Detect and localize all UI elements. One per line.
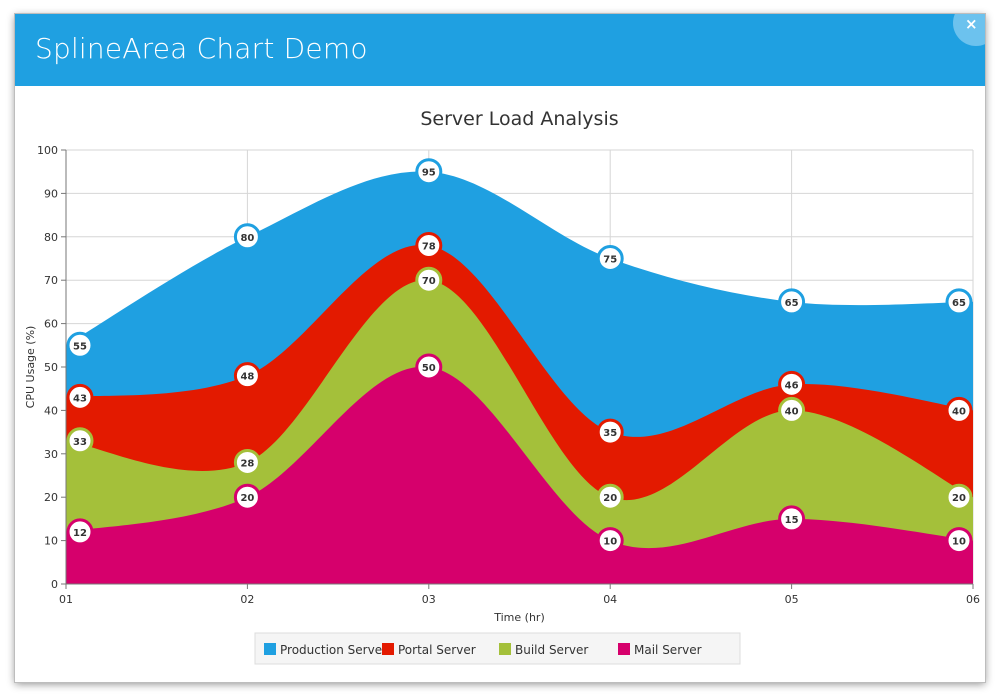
- legend-label: Portal Server: [398, 643, 476, 657]
- data-label: 95: [422, 168, 436, 179]
- data-label: 20: [240, 493, 254, 504]
- data-label: 33: [73, 437, 87, 448]
- legend-swatch: [382, 643, 394, 655]
- legend-label: Build Server: [515, 643, 588, 657]
- y-tick-label: 70: [44, 274, 58, 287]
- x-tick-label: 04: [603, 593, 617, 606]
- data-label: 65: [785, 298, 799, 309]
- y-tick-label: 20: [44, 491, 58, 504]
- legend: Production Server Portal Server Build Serv…: [254, 632, 741, 665]
- y-tick-label: 10: [44, 535, 58, 548]
- data-label: 78: [422, 241, 436, 252]
- data-label: 20: [952, 493, 966, 504]
- data-label: 10: [603, 537, 617, 548]
- x-tick-label: 02: [240, 593, 254, 606]
- data-label: 80: [240, 233, 254, 244]
- spline-area-chart: Server Load Analysis01020304050607080901…: [24, 108, 980, 665]
- data-label: 55: [73, 341, 87, 352]
- y-tick-label: 80: [44, 231, 58, 244]
- data-label: 70: [422, 276, 436, 287]
- chart-title: Server Load Analysis: [420, 108, 618, 130]
- data-label: 43: [73, 393, 87, 404]
- x-tick-label: 01: [59, 593, 73, 606]
- data-label: 15: [785, 515, 799, 526]
- x-tick-label: 06: [966, 593, 980, 606]
- legend-label: Production Server: [280, 643, 387, 657]
- legend-swatch: [618, 643, 630, 655]
- data-label: 12: [73, 528, 87, 539]
- data-label: 10: [952, 537, 966, 548]
- y-tick-label: 0: [51, 578, 58, 591]
- data-label: 50: [422, 363, 436, 374]
- y-tick-label: 100: [37, 144, 58, 157]
- y-tick-label: 30: [44, 448, 58, 461]
- y-axis-label: CPU Usage (%): [24, 326, 37, 409]
- data-label: 75: [603, 255, 617, 266]
- legend-swatch: [499, 643, 511, 655]
- y-tick-label: 60: [44, 318, 58, 331]
- data-label: 48: [240, 372, 254, 383]
- data-label: 65: [952, 298, 966, 309]
- x-tick-label: 03: [422, 593, 436, 606]
- x-tick-label: 05: [785, 593, 799, 606]
- y-tick-label: 50: [44, 361, 58, 374]
- data-label: 46: [785, 380, 799, 391]
- y-tick-label: 40: [44, 404, 58, 417]
- data-label: 40: [785, 406, 799, 417]
- data-label: 35: [603, 428, 617, 439]
- data-label: 20: [603, 493, 617, 504]
- data-label: 40: [952, 406, 966, 417]
- legend-label: Mail Server: [634, 643, 702, 657]
- legend-swatch: [264, 643, 276, 655]
- data-label: 28: [240, 458, 254, 469]
- x-axis-label: Time (hr): [493, 611, 545, 624]
- legend-item-production-server[interactable]: Production Server: [264, 643, 387, 657]
- y-tick-label: 90: [44, 187, 58, 200]
- area-series: [66, 171, 973, 585]
